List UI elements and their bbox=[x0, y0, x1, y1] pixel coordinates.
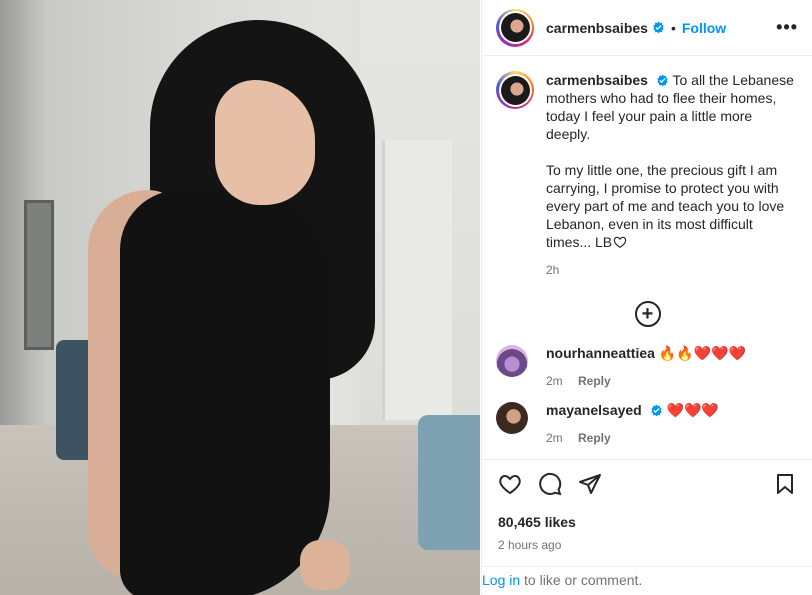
login-link[interactable]: Log in bbox=[482, 572, 520, 588]
author-username[interactable]: carmenbsaibes bbox=[546, 20, 648, 36]
post-side-panel: carmenbsaibes • Follow ••• carmenbsaibes bbox=[481, 0, 812, 595]
reply-button[interactable]: Reply bbox=[578, 374, 611, 388]
post-photo[interactable] bbox=[0, 0, 480, 595]
load-more-comments-icon[interactable]: + bbox=[634, 301, 661, 327]
comment-username[interactable]: mayanelsayed bbox=[546, 402, 642, 418]
caption: carmenbsaibes To all the Lebanese mother… bbox=[496, 71, 799, 279]
comments-section[interactable]: carmenbsaibes To all the Lebanese mother… bbox=[482, 57, 812, 459]
instagram-post-view: carmenbsaibes • Follow ••• carmenbsaibes bbox=[0, 0, 812, 595]
comment-item: nourhanneattiea 🔥🔥❤️❤️❤️ 2m Reply bbox=[496, 345, 799, 388]
comment-username[interactable]: nourhanneattiea bbox=[546, 345, 655, 361]
follow-button[interactable]: Follow bbox=[682, 20, 726, 36]
heart-outline-icon bbox=[613, 236, 627, 248]
share-send-icon[interactable] bbox=[578, 472, 602, 496]
more-options-icon[interactable]: ••• bbox=[776, 17, 798, 38]
login-prompt: Log in to like or comment. bbox=[482, 566, 812, 595]
comment-bubble-icon[interactable] bbox=[538, 472, 562, 496]
commenter-avatar[interactable] bbox=[496, 345, 528, 377]
caption-text-2: To my little one, the precious gift I am… bbox=[546, 162, 785, 250]
verified-badge-icon bbox=[653, 21, 664, 34]
author-avatar[interactable] bbox=[496, 8, 534, 47]
verified-badge-icon bbox=[650, 404, 662, 417]
reply-button[interactable]: Reply bbox=[578, 431, 611, 445]
post-timestamp[interactable]: 2 hours ago bbox=[498, 538, 797, 552]
header-separator: • bbox=[670, 19, 676, 36]
comment-item: mayanelsayed ❤️❤️❤️ 2m Reply bbox=[496, 402, 799, 445]
likes-count[interactable]: 80,465 likes bbox=[498, 514, 797, 530]
post-header: carmenbsaibes • Follow ••• bbox=[482, 0, 812, 56]
post-actions: 80,465 likes 2 hours ago bbox=[482, 459, 812, 552]
like-heart-icon[interactable] bbox=[498, 472, 522, 496]
commenter-avatar[interactable] bbox=[496, 402, 528, 434]
caption-username[interactable]: carmenbsaibes bbox=[546, 72, 648, 88]
comment-text: ❤️❤️❤️ bbox=[666, 402, 719, 418]
comment-time: 2m bbox=[546, 431, 563, 445]
comment-time: 2m bbox=[546, 374, 563, 388]
caption-avatar[interactable] bbox=[496, 71, 534, 109]
caption-time: 2h bbox=[546, 263, 560, 277]
verified-badge-icon bbox=[657, 74, 668, 87]
login-prompt-text: to like or comment. bbox=[520, 572, 643, 588]
save-bookmark-icon[interactable] bbox=[773, 472, 797, 496]
comment-text: 🔥🔥❤️❤️❤️ bbox=[658, 345, 746, 361]
